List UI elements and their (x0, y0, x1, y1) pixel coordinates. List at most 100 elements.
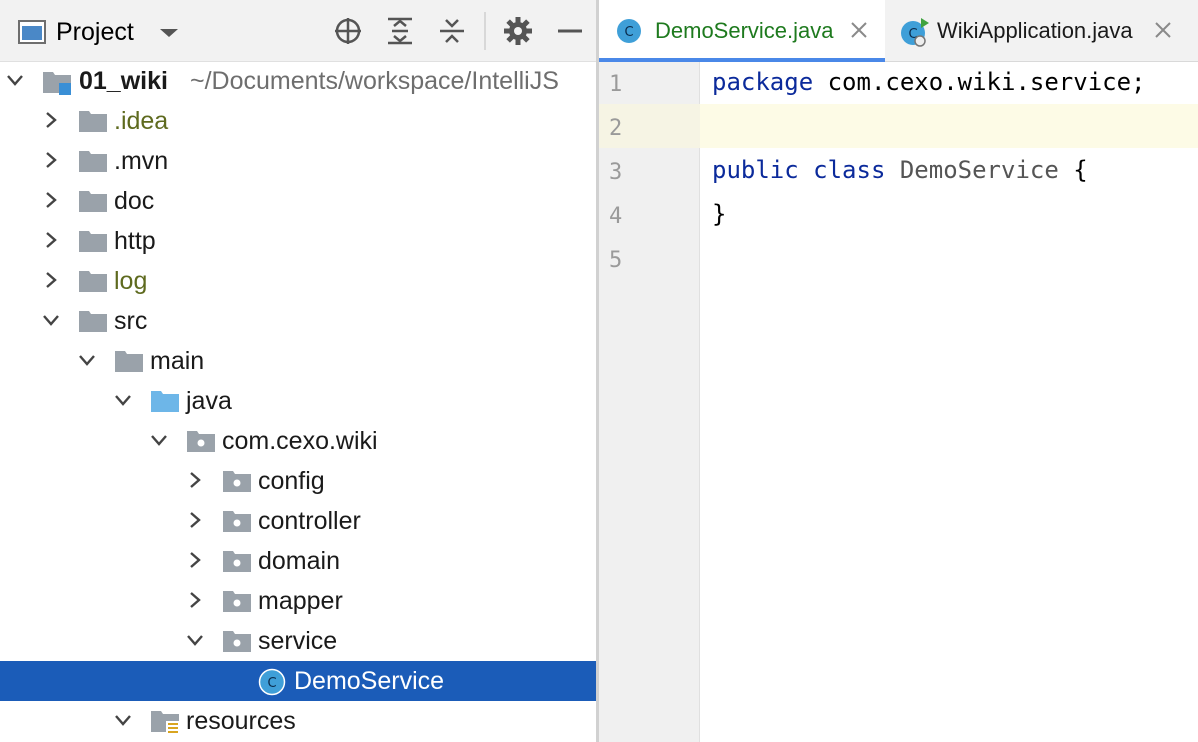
tree-item-label: resources (186, 707, 296, 735)
tree-row-root[interactable]: 01_wiki ~/Documents/workspace/IntelliJS (0, 61, 596, 101)
package-icon (186, 429, 216, 453)
tree-row-log[interactable]: log (0, 261, 596, 301)
expand-all-icon[interactable] (383, 14, 417, 48)
tree-row-demoservice[interactable]: C DemoService (0, 661, 596, 701)
minimize-icon[interactable] (553, 14, 587, 48)
chevron-right-icon[interactable] (40, 269, 62, 291)
java-class-icon: C (615, 17, 643, 45)
tree-item-label: .mvn (114, 147, 169, 175)
source-folder-icon (150, 389, 180, 413)
code-line-4[interactable]: } (712, 200, 726, 228)
spring-boot-class-icon: C (899, 16, 931, 48)
tab-label: WikiApplication.java (937, 18, 1133, 43)
tree-item-label: com.cexo.wiki (222, 427, 378, 455)
tree-row-resources[interactable]: resources (0, 701, 596, 741)
chevron-down-icon[interactable] (158, 26, 180, 40)
chevron-down-icon[interactable] (112, 709, 134, 731)
keyword: public (712, 156, 799, 184)
code-text: com.cexo.wiki.service; (813, 68, 1146, 96)
package-icon (222, 629, 252, 653)
resources-folder-icon (150, 709, 180, 735)
project-view-icon (18, 20, 46, 44)
tree-root-label: 01_wiki (79, 67, 168, 95)
locate-icon[interactable] (331, 14, 365, 48)
chevron-right-icon[interactable] (40, 229, 62, 251)
tree-item-label: main (150, 347, 205, 375)
chevron-right-icon[interactable] (184, 509, 206, 531)
code-line-1[interactable]: package com.cexo.wiki.service; (712, 68, 1146, 96)
package-icon (222, 549, 252, 573)
keyword: class (813, 156, 886, 184)
chevron-down-icon[interactable] (40, 309, 62, 331)
code-text: } (712, 200, 727, 228)
module-folder-icon (42, 69, 72, 95)
tab-wikiapplication-java[interactable]: C WikiApplication.java (887, 0, 1198, 62)
folder-icon (78, 309, 108, 333)
tree-row-mapper[interactable]: mapper (0, 581, 596, 621)
code-line-3[interactable]: public class DemoService { (712, 156, 1088, 184)
project-view-selector[interactable]: Project (56, 18, 134, 47)
code-editor: C DemoService.java C WikiApplication.jav… (599, 0, 1198, 742)
line-number: 2 (609, 116, 623, 141)
chevron-down-icon[interactable] (184, 629, 206, 651)
svg-text:C: C (267, 676, 276, 691)
tree-item-label: controller (258, 507, 361, 535)
chevron-right-icon[interactable] (184, 469, 206, 491)
tree-row-src[interactable]: src (0, 301, 596, 341)
svg-text:C: C (624, 25, 633, 40)
tree-item-label: java (186, 387, 232, 415)
tree-item-label: domain (258, 547, 340, 575)
tab-demoservice-java[interactable]: C DemoService.java (599, 0, 885, 62)
tree-item-label: http (114, 227, 156, 255)
tree-row-service[interactable]: service (0, 621, 596, 661)
tree-item-label: doc (114, 187, 155, 215)
folder-icon (114, 349, 144, 373)
gear-icon[interactable] (501, 14, 535, 48)
chevron-right-icon[interactable] (40, 109, 62, 131)
editor-tab-bar: C DemoService.java C WikiApplication.jav… (599, 0, 1198, 62)
chevron-right-icon[interactable] (40, 149, 62, 171)
tree-row-package-root[interactable]: com.cexo.wiki (0, 421, 596, 461)
chevron-right-icon[interactable] (40, 189, 62, 211)
collapse-all-icon[interactable] (435, 14, 469, 48)
tree-row-mvn[interactable]: .mvn (0, 141, 596, 181)
tab-label: DemoService.java (655, 18, 834, 43)
line-number: 3 (609, 160, 623, 185)
tree-row-controller[interactable]: controller (0, 501, 596, 541)
close-icon[interactable] (1153, 20, 1173, 40)
folder-icon (78, 229, 108, 253)
chevron-down-icon[interactable] (76, 349, 98, 371)
tree-item-label: config (258, 467, 325, 495)
chevron-down-icon[interactable] (112, 389, 134, 411)
tree-item-label: .idea (114, 107, 169, 135)
tree-row-main[interactable]: main (0, 341, 596, 381)
package-icon (222, 469, 252, 493)
package-icon (222, 589, 252, 613)
tree-row-http[interactable]: http (0, 221, 596, 261)
keyword: package (712, 68, 814, 96)
line-number-gutter: 1 2 3 4 5 (599, 62, 700, 742)
tree-row-doc[interactable]: doc (0, 181, 596, 221)
chevron-right-icon[interactable] (184, 549, 206, 571)
tree-row-idea[interactable]: .idea (0, 101, 596, 141)
tree-item-label: log (114, 267, 148, 295)
tree-row-domain[interactable]: domain (0, 541, 596, 581)
java-class-icon: C (258, 668, 286, 696)
class-name: DemoService (899, 156, 1059, 184)
package-icon (222, 509, 252, 533)
tree-item-label: service (258, 627, 338, 655)
tree-row-java[interactable]: java (0, 381, 596, 421)
line-number: 4 (609, 204, 623, 229)
code-text: { (1058, 156, 1088, 184)
folder-icon (78, 149, 108, 173)
tree-row-config[interactable]: config (0, 461, 596, 501)
tree-item-label: DemoService (294, 667, 445, 695)
chevron-down-icon[interactable] (148, 429, 170, 451)
chevron-down-icon[interactable] (4, 69, 26, 91)
toolbar-separator (484, 12, 486, 50)
close-icon[interactable] (849, 20, 869, 40)
project-toolbar: Project (0, 0, 596, 62)
chevron-right-icon[interactable] (184, 589, 206, 611)
line-number: 1 (609, 72, 623, 97)
folder-icon (78, 109, 108, 133)
